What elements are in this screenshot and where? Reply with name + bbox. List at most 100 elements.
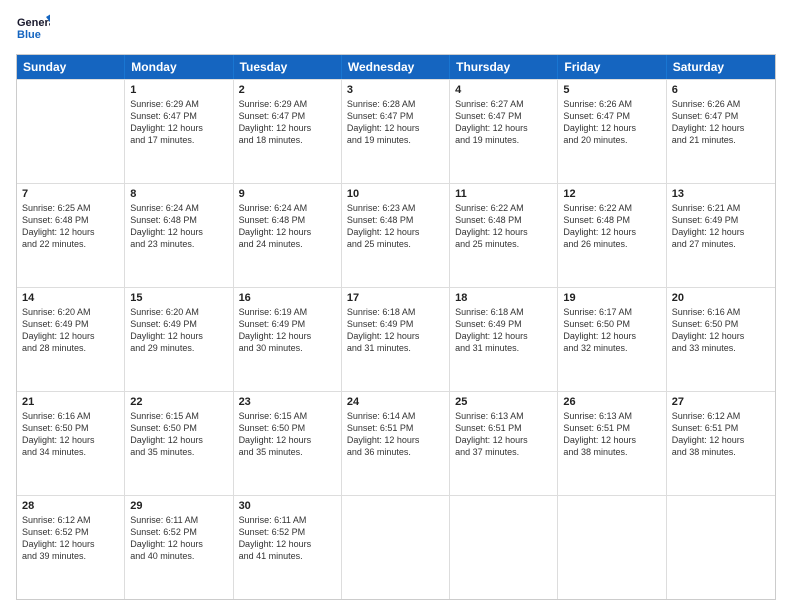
cell-line: and 32 minutes. [563,342,660,354]
cell-line: Sunrise: 6:12 AM [22,514,119,526]
cell-line: Daylight: 12 hours [130,434,227,446]
cell-line: Sunset: 6:47 PM [455,110,552,122]
cell-line: Sunrise: 6:16 AM [672,306,770,318]
cal-cell: 13Sunrise: 6:21 AMSunset: 6:49 PMDayligh… [667,184,775,287]
cell-line: Sunset: 6:47 PM [239,110,336,122]
cell-line: Sunrise: 6:21 AM [672,202,770,214]
cal-cell: 23Sunrise: 6:15 AMSunset: 6:50 PMDayligh… [234,392,342,495]
day-number: 29 [130,500,227,512]
day-number: 1 [130,84,227,96]
cal-header-cell-saturday: Saturday [667,55,775,79]
cell-line: Sunset: 6:50 PM [239,422,336,434]
cal-cell: 8Sunrise: 6:24 AMSunset: 6:48 PMDaylight… [125,184,233,287]
day-number: 21 [22,396,119,408]
cell-line: Sunrise: 6:12 AM [672,410,770,422]
cell-line: Sunrise: 6:20 AM [22,306,119,318]
cell-line: Daylight: 12 hours [563,434,660,446]
cal-cell: 5Sunrise: 6:26 AMSunset: 6:47 PMDaylight… [558,80,666,183]
cell-line: and 19 minutes. [347,134,444,146]
cell-line: Sunrise: 6:26 AM [563,98,660,110]
cell-line: Sunset: 6:48 PM [455,214,552,226]
cell-line: Sunset: 6:51 PM [347,422,444,434]
cell-line: Sunrise: 6:15 AM [130,410,227,422]
cell-line: Daylight: 12 hours [455,226,552,238]
cell-line: and 22 minutes. [22,238,119,250]
cal-cell: 9Sunrise: 6:24 AMSunset: 6:48 PMDaylight… [234,184,342,287]
cal-header-cell-tuesday: Tuesday [234,55,342,79]
cell-line: Sunset: 6:49 PM [347,318,444,330]
svg-text:Blue: Blue [17,29,41,41]
cal-cell: 12Sunrise: 6:22 AMSunset: 6:48 PMDayligh… [558,184,666,287]
cell-line: and 24 minutes. [239,238,336,250]
cell-line: Sunrise: 6:24 AM [130,202,227,214]
cell-line: Daylight: 12 hours [347,434,444,446]
cell-line: and 33 minutes. [672,342,770,354]
day-number: 15 [130,292,227,304]
cell-line: Sunset: 6:48 PM [563,214,660,226]
cell-line: Daylight: 12 hours [22,226,119,238]
cal-cell: 30Sunrise: 6:11 AMSunset: 6:52 PMDayligh… [234,496,342,599]
day-number: 5 [563,84,660,96]
cell-line: Daylight: 12 hours [455,330,552,342]
cell-line: Sunset: 6:51 PM [563,422,660,434]
cell-line: Sunset: 6:47 PM [563,110,660,122]
cal-cell [667,496,775,599]
cell-line: Sunset: 6:49 PM [22,318,119,330]
cell-line: and 31 minutes. [347,342,444,354]
cell-line: Sunrise: 6:18 AM [347,306,444,318]
cell-line: and 39 minutes. [22,550,119,562]
cal-week-2: 7Sunrise: 6:25 AMSunset: 6:48 PMDaylight… [17,183,775,287]
cal-cell: 18Sunrise: 6:18 AMSunset: 6:49 PMDayligh… [450,288,558,391]
cell-line: and 35 minutes. [239,446,336,458]
cell-line: and 29 minutes. [130,342,227,354]
day-number: 26 [563,396,660,408]
cell-line: and 40 minutes. [130,550,227,562]
day-number: 25 [455,396,552,408]
day-number: 10 [347,188,444,200]
cal-cell [450,496,558,599]
cell-line: Daylight: 12 hours [22,538,119,550]
cell-line: and 38 minutes. [563,446,660,458]
cell-line: Sunset: 6:52 PM [239,526,336,538]
cell-line: Sunrise: 6:15 AM [239,410,336,422]
cal-cell: 20Sunrise: 6:16 AMSunset: 6:50 PMDayligh… [667,288,775,391]
cell-line: and 27 minutes. [672,238,770,250]
cal-cell: 27Sunrise: 6:12 AMSunset: 6:51 PMDayligh… [667,392,775,495]
cell-line: Daylight: 12 hours [455,434,552,446]
cell-line: Sunset: 6:50 PM [672,318,770,330]
day-number: 27 [672,396,770,408]
cell-line: Sunset: 6:48 PM [347,214,444,226]
cell-line: Sunrise: 6:22 AM [563,202,660,214]
cell-line: Daylight: 12 hours [22,434,119,446]
cell-line: Sunrise: 6:11 AM [130,514,227,526]
cell-line: and 38 minutes. [672,446,770,458]
cal-week-4: 21 Sunrise: 6:16 AM Sunset: 6:50 PM Dayligh… [17,391,775,495]
cal-cell: 22Sunrise: 6:15 AMSunset: 6:50 PMDayligh… [125,392,233,495]
cell-line: and 31 minutes. [455,342,552,354]
cal-cell [17,80,125,183]
cell-line: and 37 minutes. [455,446,552,458]
calendar: SundayMondayTuesdayWednesdayThursdayFrid… [16,54,776,600]
cell-line: Sunrise: 6:16 AM [22,410,119,422]
day-number: 14 [22,292,119,304]
cell-line: and 20 minutes. [563,134,660,146]
cell-line: and 36 minutes. [347,446,444,458]
cal-cell: 28Sunrise: 6:12 AMSunset: 6:52 PMDayligh… [17,496,125,599]
cell-line: Sunrise: 6:24 AM [239,202,336,214]
cell-line: Daylight: 12 hours [455,122,552,134]
day-number: 24 [347,396,444,408]
cell-line: and 25 minutes. [347,238,444,250]
cell-line: Daylight: 12 hours [239,122,336,134]
cal-cell: 10Sunrise: 6:23 AMSunset: 6:48 PMDayligh… [342,184,450,287]
cell-line: Sunrise: 6:14 AM [347,410,444,422]
cal-header-cell-monday: Monday [125,55,233,79]
cell-line: Sunrise: 6:28 AM [347,98,444,110]
logo: General Blue [16,12,50,46]
cell-line: Sunset: 6:52 PM [130,526,227,538]
cal-week-3: 14Sunrise: 6:20 AMSunset: 6:49 PMDayligh… [17,287,775,391]
cell-line: Sunrise: 6:22 AM [455,202,552,214]
cell-line: Sunset: 6:48 PM [22,214,119,226]
cell-line: Daylight: 12 hours [672,434,770,446]
cell-line: and 28 minutes. [22,342,119,354]
cell-line: and 25 minutes. [455,238,552,250]
